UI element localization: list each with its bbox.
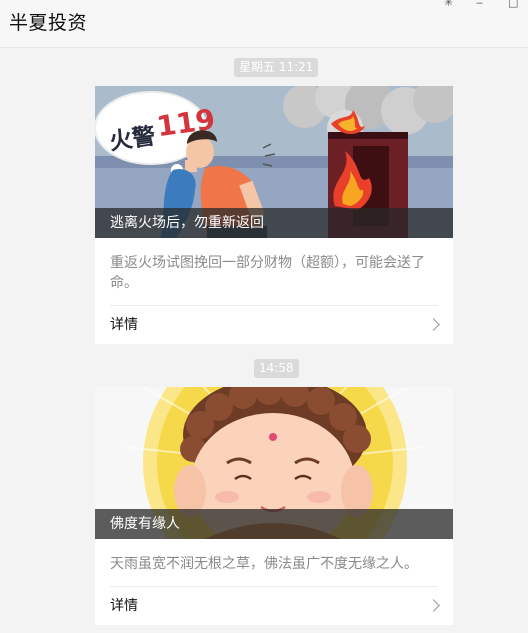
window-header: 半夏投资 ✳ ‒ □: [0, 0, 528, 48]
chat-title: 半夏投资: [9, 12, 88, 34]
details-link[interactable]: 详情: [95, 587, 453, 625]
article-title: 逃离火场后，勿重新返回: [95, 208, 453, 238]
article-card[interactable]: 佛度有缘人 天雨虽宽不润无根之草，佛法虽广不度无缘之人。 详情: [95, 387, 453, 625]
pin-icon[interactable]: ✳: [444, 0, 453, 8]
article-summary: 天雨虽宽不润无根之草，佛法虽广不度无缘之人。: [110, 556, 418, 572]
details-label: 详情: [110, 598, 138, 614]
maximize-icon[interactable]: □: [508, 0, 518, 8]
chevron-right-icon: [427, 318, 440, 331]
article-cover-image[interactable]: 佛度有缘人: [95, 387, 453, 539]
article-cover-image[interactable]: 火警 119 逃离火场后，勿重新返回: [95, 86, 453, 238]
message-timestamp: 星期五 11:21: [234, 58, 319, 77]
details-label: 详情: [110, 317, 138, 333]
message-timestamp: 14:58: [254, 359, 299, 378]
details-link[interactable]: 详情: [95, 306, 453, 344]
chevron-right-icon: [427, 599, 440, 612]
minimize-icon[interactable]: ‒: [476, 0, 483, 8]
article-summary: 重返火场试图挽回一部分财物（超额），可能会送了命。: [110, 255, 425, 291]
article-card[interactable]: 火警 119 逃离火场后，勿重新返回 重返火场试图挽回一部分财物（超额），可能会…: [95, 86, 453, 344]
article-title: 佛度有缘人: [95, 509, 453, 539]
